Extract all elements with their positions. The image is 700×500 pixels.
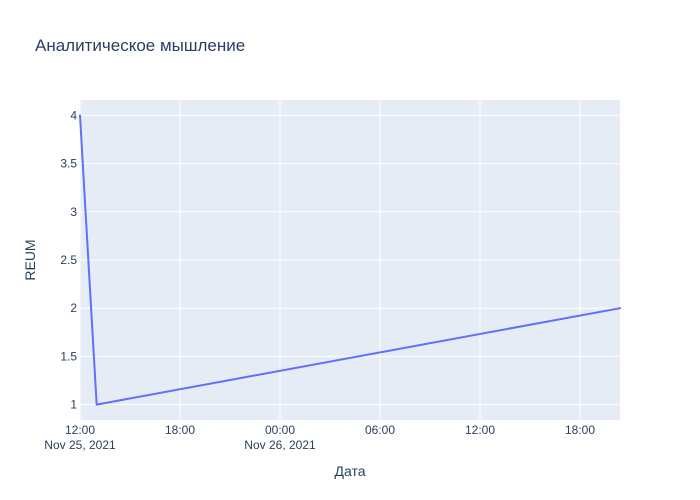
x-tick-label: 18:00	[565, 423, 595, 437]
x-tick-label: 06:00	[365, 423, 395, 437]
y-tick-label: 1.5	[60, 349, 77, 363]
x-tick-label: 12:00	[65, 423, 95, 437]
y-tick-label: 3.5	[60, 157, 77, 171]
y-axis-title: REUM	[22, 239, 38, 280]
chart-container: Аналитическое мышление 1 1.5 2 2.5 3 3.5 4 12:…	[0, 0, 700, 500]
x-tick-label: 18:00	[165, 423, 195, 437]
line-chart: Аналитическое мышление 1 1.5 2 2.5 3 3.5 4 12:…	[0, 0, 700, 500]
x-axis-title: Дата	[334, 463, 365, 479]
y-tick-label: 2.5	[60, 253, 77, 267]
x-tick-date-label: Nov 26, 2021	[244, 438, 316, 452]
x-tick-label: 12:00	[465, 423, 495, 437]
y-tick-label: 2	[70, 301, 77, 315]
y-tick-label: 1	[70, 398, 77, 412]
y-tick-label: 3	[70, 205, 77, 219]
y-tick-label: 4	[70, 108, 77, 122]
x-tick-label: 00:00	[265, 423, 295, 437]
x-tick-date-label: Nov 25, 2021	[44, 438, 116, 452]
chart-title: Аналитическое мышление	[35, 36, 245, 55]
